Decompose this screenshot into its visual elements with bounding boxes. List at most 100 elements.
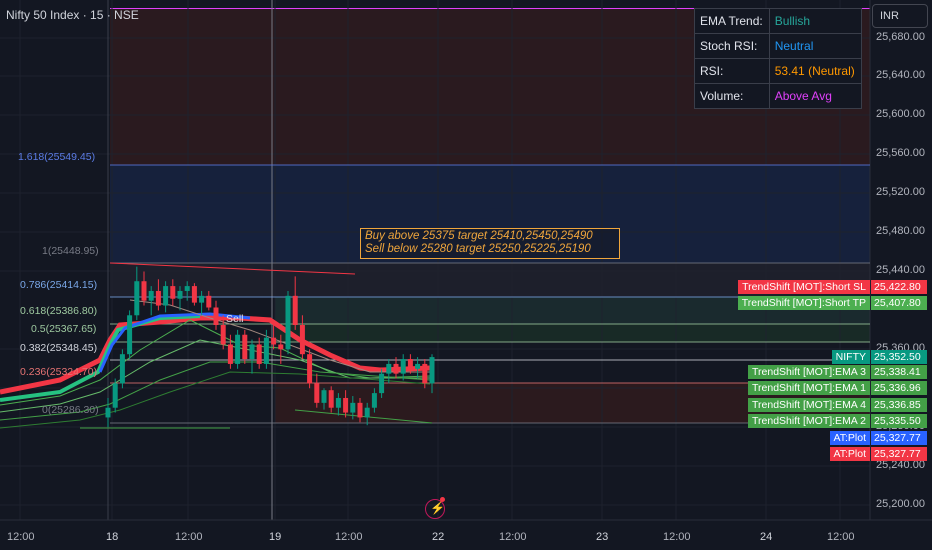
- candle-body: [393, 363, 399, 374]
- candle-body: [285, 295, 291, 350]
- candle-body: [119, 354, 125, 384]
- info-key: Stoch RSI:: [694, 33, 770, 59]
- price-tag-value: 25,407.80: [871, 296, 927, 310]
- price-tag-name: AT:Plot: [829, 447, 870, 461]
- info-row: Volume: Above Avg: [694, 83, 863, 109]
- candle-body: [415, 363, 421, 369]
- info-key: RSI:: [694, 58, 770, 84]
- trade-annotation: Buy above 25375 target 25410,25450,25490…: [360, 228, 620, 259]
- fib-label-6: 0.236(25324.70): [20, 366, 98, 378]
- price-tag-value: 25,352.50: [871, 350, 927, 364]
- time-axis-tick: 12:00: [827, 531, 855, 543]
- candle-body: [386, 363, 392, 374]
- candle-body: [127, 315, 133, 355]
- time-axis-tick: 24: [760, 531, 773, 543]
- candle-body: [407, 359, 413, 369]
- info-row: Stoch RSI: Neutral: [694, 33, 863, 59]
- candle-body: [177, 290, 183, 299]
- info-key: Volume:: [694, 83, 770, 109]
- symbol-title[interactable]: Nifty 50 Index · 15 · NSE: [6, 8, 139, 22]
- candle-body: [227, 344, 233, 364]
- candle-body: [271, 337, 277, 345]
- candle-body: [350, 402, 356, 413]
- candle-body: [343, 397, 349, 413]
- price-tag-value: 25,335.50: [871, 414, 927, 428]
- price-tag-name: TrendShift [MOT]:EMA 3: [748, 365, 870, 379]
- time-axis-tick: 22: [432, 531, 445, 543]
- candle-body: [357, 402, 363, 418]
- fib-label-7: 0(25286.30): [42, 404, 99, 416]
- candle-body: [148, 290, 154, 301]
- candle-body: [184, 286, 190, 291]
- candle-body: [170, 286, 176, 299]
- price-tag-value: 25,422.80: [871, 280, 927, 294]
- candle-body: [155, 290, 161, 306]
- price-axis-tick: 25,480.00: [876, 225, 925, 237]
- currency-button[interactable]: INR: [872, 4, 928, 28]
- candle-body: [292, 295, 298, 326]
- candle-body: [191, 286, 197, 303]
- time-axis-tick: 12:00: [663, 531, 691, 543]
- info-value: Bullish: [768, 8, 863, 34]
- info-value: Neutral: [768, 33, 863, 59]
- fib-label-3: 0.618(25386.80): [20, 305, 98, 317]
- candle-body: [364, 407, 370, 418]
- fib-label-5: 0.382(25348.45): [20, 342, 98, 354]
- indicator-info-table: EMA Trend: Bullish Stoch RSI: Neutral RSI: 53…: [694, 8, 863, 109]
- sell-signal-label: Sell: [226, 313, 244, 325]
- time-axis-tick: 19: [269, 531, 282, 543]
- annotation-line-sell: Sell below 25280 target 25250,25225,2519…: [365, 243, 591, 255]
- fib-label-0: 1.618(25549.45): [18, 151, 96, 163]
- candle-body: [314, 383, 320, 403]
- candle-body: [112, 383, 118, 408]
- price-tag-value: 25,327.77: [871, 447, 927, 461]
- price-axis-tick: 25,560.00: [876, 147, 925, 159]
- info-value: Above Avg: [768, 83, 863, 109]
- time-axis-tick: 23: [596, 531, 609, 543]
- candle-body: [371, 393, 377, 408]
- price-tag-name: NIFTY: [831, 350, 870, 364]
- alert-bolt-icon[interactable]: ⚡: [425, 497, 445, 519]
- info-row: EMA Trend: Bullish: [694, 8, 863, 34]
- price-axis-tick: 25,200.00: [876, 498, 925, 510]
- annotation-line-buy: Buy above 25375 target 25410,25450,25490: [365, 230, 593, 242]
- candle-body: [249, 344, 255, 360]
- info-row: RSI: 53.41 (Neutral): [694, 58, 863, 84]
- candle-body: [335, 397, 341, 408]
- candle-body: [328, 390, 334, 408]
- price-tag-name: TrendShift [MOT]:Short TP: [737, 296, 870, 310]
- fib-label-2: 0.786(25414.15): [20, 279, 98, 291]
- candle-body: [206, 295, 212, 308]
- time-axis-tick: 18: [106, 531, 119, 543]
- price-tag-name: TrendShift [MOT]:EMA 2: [748, 414, 870, 428]
- fib-label-1: 1(25448.95): [42, 245, 99, 257]
- price-tag-name: TrendShift [MOT]:Short SL: [738, 280, 870, 294]
- candle-body: [400, 359, 406, 374]
- time-axis-tick: 12:00: [7, 531, 35, 543]
- candle-body: [278, 344, 284, 350]
- info-key: EMA Trend:: [694, 8, 770, 34]
- candle-body: [141, 281, 147, 301]
- price-tag-value: 25,336.96: [871, 381, 927, 395]
- time-axis-tick: 12:00: [335, 531, 363, 543]
- price-tag-value: 25,336.85: [871, 398, 927, 412]
- price-axis-tick: 25,640.00: [876, 69, 925, 81]
- candle-body: [307, 354, 313, 384]
- time-axis-tick: 12:00: [499, 531, 527, 543]
- candle-body: [242, 334, 248, 360]
- candle-body: [299, 325, 305, 355]
- candle-body: [321, 390, 327, 403]
- price-axis-tick: 25,440.00: [876, 264, 925, 276]
- info-value: 53.41 (Neutral): [768, 58, 863, 84]
- candle-body: [134, 281, 140, 316]
- candle-body: [256, 344, 262, 364]
- candle-body: [213, 307, 219, 326]
- price-tag-name: TrendShift [MOT]:EMA 1: [748, 381, 870, 395]
- price-tag-value: 25,327.77: [871, 431, 927, 445]
- candle-body: [199, 295, 205, 303]
- fib-label-4: 0.5(25367.65): [31, 323, 97, 335]
- candle-body: [263, 337, 269, 364]
- candle-body: [429, 357, 435, 384]
- candle-body: [379, 373, 385, 394]
- candle-body: [220, 325, 226, 345]
